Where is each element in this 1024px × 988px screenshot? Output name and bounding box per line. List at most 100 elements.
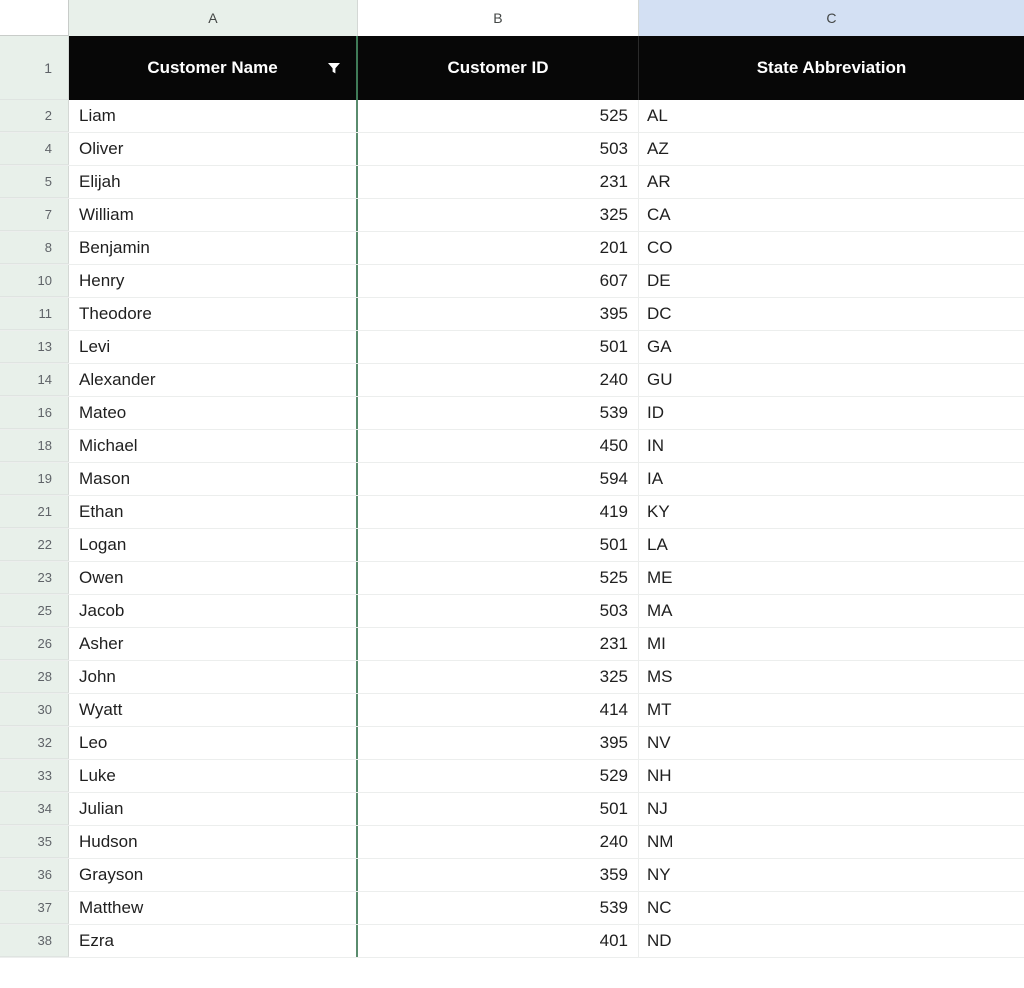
- cell-customer-name[interactable]: John: [69, 661, 358, 693]
- cell-state-abbreviation[interactable]: CO: [639, 232, 1024, 264]
- table-row[interactable]: 13 Levi 501 GA: [0, 331, 1024, 364]
- cell-customer-id[interactable]: 501: [358, 331, 639, 363]
- cell-customer-name[interactable]: Ezra: [69, 925, 358, 957]
- cell-customer-id[interactable]: 525: [358, 562, 639, 594]
- cell-state-abbreviation[interactable]: LA: [639, 529, 1024, 561]
- table-row[interactable]: 25 Jacob 503 MA: [0, 595, 1024, 628]
- cell-state-abbreviation[interactable]: NJ: [639, 793, 1024, 825]
- table-row[interactable]: 28 John 325 MS: [0, 661, 1024, 694]
- row-number-cell[interactable]: 36: [0, 859, 69, 891]
- table-row[interactable]: 22 Logan 501 LA: [0, 529, 1024, 562]
- row-number-cell[interactable]: 11: [0, 298, 69, 330]
- cell-customer-id[interactable]: 201: [358, 232, 639, 264]
- cell-state-abbreviation[interactable]: IA: [639, 463, 1024, 495]
- row-number-cell[interactable]: 23: [0, 562, 69, 594]
- row-number-cell[interactable]: 38: [0, 925, 69, 957]
- table-row[interactable]: 30 Wyatt 414 MT: [0, 694, 1024, 727]
- table-row[interactable]: 4 Oliver 503 AZ: [0, 133, 1024, 166]
- column-header-c[interactable]: C: [639, 0, 1024, 36]
- cell-customer-name[interactable]: Michael: [69, 430, 358, 462]
- cell-customer-name[interactable]: Wyatt: [69, 694, 358, 726]
- cell-customer-name[interactable]: Jacob: [69, 595, 358, 627]
- table-row[interactable]: 37 Matthew 539 NC: [0, 892, 1024, 925]
- cell-customer-name[interactable]: Levi: [69, 331, 358, 363]
- cell-state-abbreviation[interactable]: MT: [639, 694, 1024, 726]
- cell-customer-name[interactable]: Leo: [69, 727, 358, 759]
- cell-customer-name[interactable]: Asher: [69, 628, 358, 660]
- cell-customer-name[interactable]: Julian: [69, 793, 358, 825]
- cell-customer-name[interactable]: Benjamin: [69, 232, 358, 264]
- cell-customer-name[interactable]: Hudson: [69, 826, 358, 858]
- table-row[interactable]: 10 Henry 607 DE: [0, 265, 1024, 298]
- cell-state-abbreviation[interactable]: NM: [639, 826, 1024, 858]
- table-row[interactable]: 33 Luke 529 NH: [0, 760, 1024, 793]
- row-number-cell[interactable]: 33: [0, 760, 69, 792]
- row-number-cell[interactable]: 4: [0, 133, 69, 165]
- row-number-cell[interactable]: 2: [0, 100, 69, 132]
- table-row[interactable]: 35 Hudson 240 NM: [0, 826, 1024, 859]
- cell-state-abbreviation[interactable]: NY: [639, 859, 1024, 891]
- cell-customer-id[interactable]: 395: [358, 298, 639, 330]
- row-number-cell[interactable]: 32: [0, 727, 69, 759]
- cell-state-abbreviation[interactable]: DC: [639, 298, 1024, 330]
- column-header-b[interactable]: B: [358, 0, 639, 36]
- cell-customer-name[interactable]: Oliver: [69, 133, 358, 165]
- cell-state-abbreviation[interactable]: ND: [639, 925, 1024, 957]
- cell-customer-id[interactable]: 231: [358, 628, 639, 660]
- cell-customer-name[interactable]: Luke: [69, 760, 358, 792]
- table-row[interactable]: 18 Michael 450 IN: [0, 430, 1024, 463]
- table-row[interactable]: 26 Asher 231 MI: [0, 628, 1024, 661]
- header-cell-customer-name[interactable]: Customer Name: [69, 36, 358, 100]
- cell-customer-id[interactable]: 231: [358, 166, 639, 198]
- cell-state-abbreviation[interactable]: NH: [639, 760, 1024, 792]
- row-number-cell[interactable]: 28: [0, 661, 69, 693]
- table-row[interactable]: 5 Elijah 231 AR: [0, 166, 1024, 199]
- row-number-cell[interactable]: 7: [0, 199, 69, 231]
- table-row[interactable]: 7 William 325 CA: [0, 199, 1024, 232]
- cell-customer-id[interactable]: 359: [358, 859, 639, 891]
- cell-customer-name[interactable]: Theodore: [69, 298, 358, 330]
- cell-customer-name[interactable]: Henry: [69, 265, 358, 297]
- select-all-corner-box[interactable]: [0, 0, 69, 36]
- row-number-cell[interactable]: 25: [0, 595, 69, 627]
- cell-customer-name[interactable]: Matthew: [69, 892, 358, 924]
- cell-customer-id[interactable]: 325: [358, 199, 639, 231]
- cell-customer-name[interactable]: Alexander: [69, 364, 358, 396]
- row-number-cell[interactable]: 22: [0, 529, 69, 561]
- filter-funnel-icon[interactable]: [326, 60, 342, 76]
- table-row[interactable]: 21 Ethan 419 KY: [0, 496, 1024, 529]
- cell-customer-id[interactable]: 395: [358, 727, 639, 759]
- cell-customer-id[interactable]: 607: [358, 265, 639, 297]
- cell-state-abbreviation[interactable]: ME: [639, 562, 1024, 594]
- row-number-cell[interactable]: 5: [0, 166, 69, 198]
- cell-customer-id[interactable]: 450: [358, 430, 639, 462]
- table-row[interactable]: 23 Owen 525 ME: [0, 562, 1024, 595]
- row-number-cell[interactable]: 10: [0, 265, 69, 297]
- row-number-cell[interactable]: 18: [0, 430, 69, 462]
- cell-state-abbreviation[interactable]: DE: [639, 265, 1024, 297]
- cell-customer-id[interactable]: 503: [358, 595, 639, 627]
- cell-state-abbreviation[interactable]: GA: [639, 331, 1024, 363]
- cell-customer-name[interactable]: Owen: [69, 562, 358, 594]
- table-row[interactable]: 36 Grayson 359 NY: [0, 859, 1024, 892]
- cell-customer-id[interactable]: 501: [358, 793, 639, 825]
- cell-customer-id[interactable]: 401: [358, 925, 639, 957]
- cell-customer-id[interactable]: 414: [358, 694, 639, 726]
- cell-customer-name[interactable]: Elijah: [69, 166, 358, 198]
- row-number-cell[interactable]: 30: [0, 694, 69, 726]
- cell-customer-id[interactable]: 240: [358, 826, 639, 858]
- header-cell-state-abbreviation[interactable]: State Abbreviation: [639, 36, 1024, 100]
- row-number-cell[interactable]: 34: [0, 793, 69, 825]
- table-row[interactable]: 34 Julian 501 NJ: [0, 793, 1024, 826]
- table-row[interactable]: 38 Ezra 401 ND: [0, 925, 1024, 958]
- row-number-cell[interactable]: 19: [0, 463, 69, 495]
- cell-customer-name[interactable]: Mateo: [69, 397, 358, 429]
- row-number-cell[interactable]: 8: [0, 232, 69, 264]
- cell-customer-id[interactable]: 539: [358, 397, 639, 429]
- row-number-cell[interactable]: 14: [0, 364, 69, 396]
- cell-customer-id[interactable]: 501: [358, 529, 639, 561]
- cell-state-abbreviation[interactable]: AZ: [639, 133, 1024, 165]
- table-row[interactable]: 14 Alexander 240 GU: [0, 364, 1024, 397]
- cell-customer-id[interactable]: 240: [358, 364, 639, 396]
- cell-customer-id[interactable]: 503: [358, 133, 639, 165]
